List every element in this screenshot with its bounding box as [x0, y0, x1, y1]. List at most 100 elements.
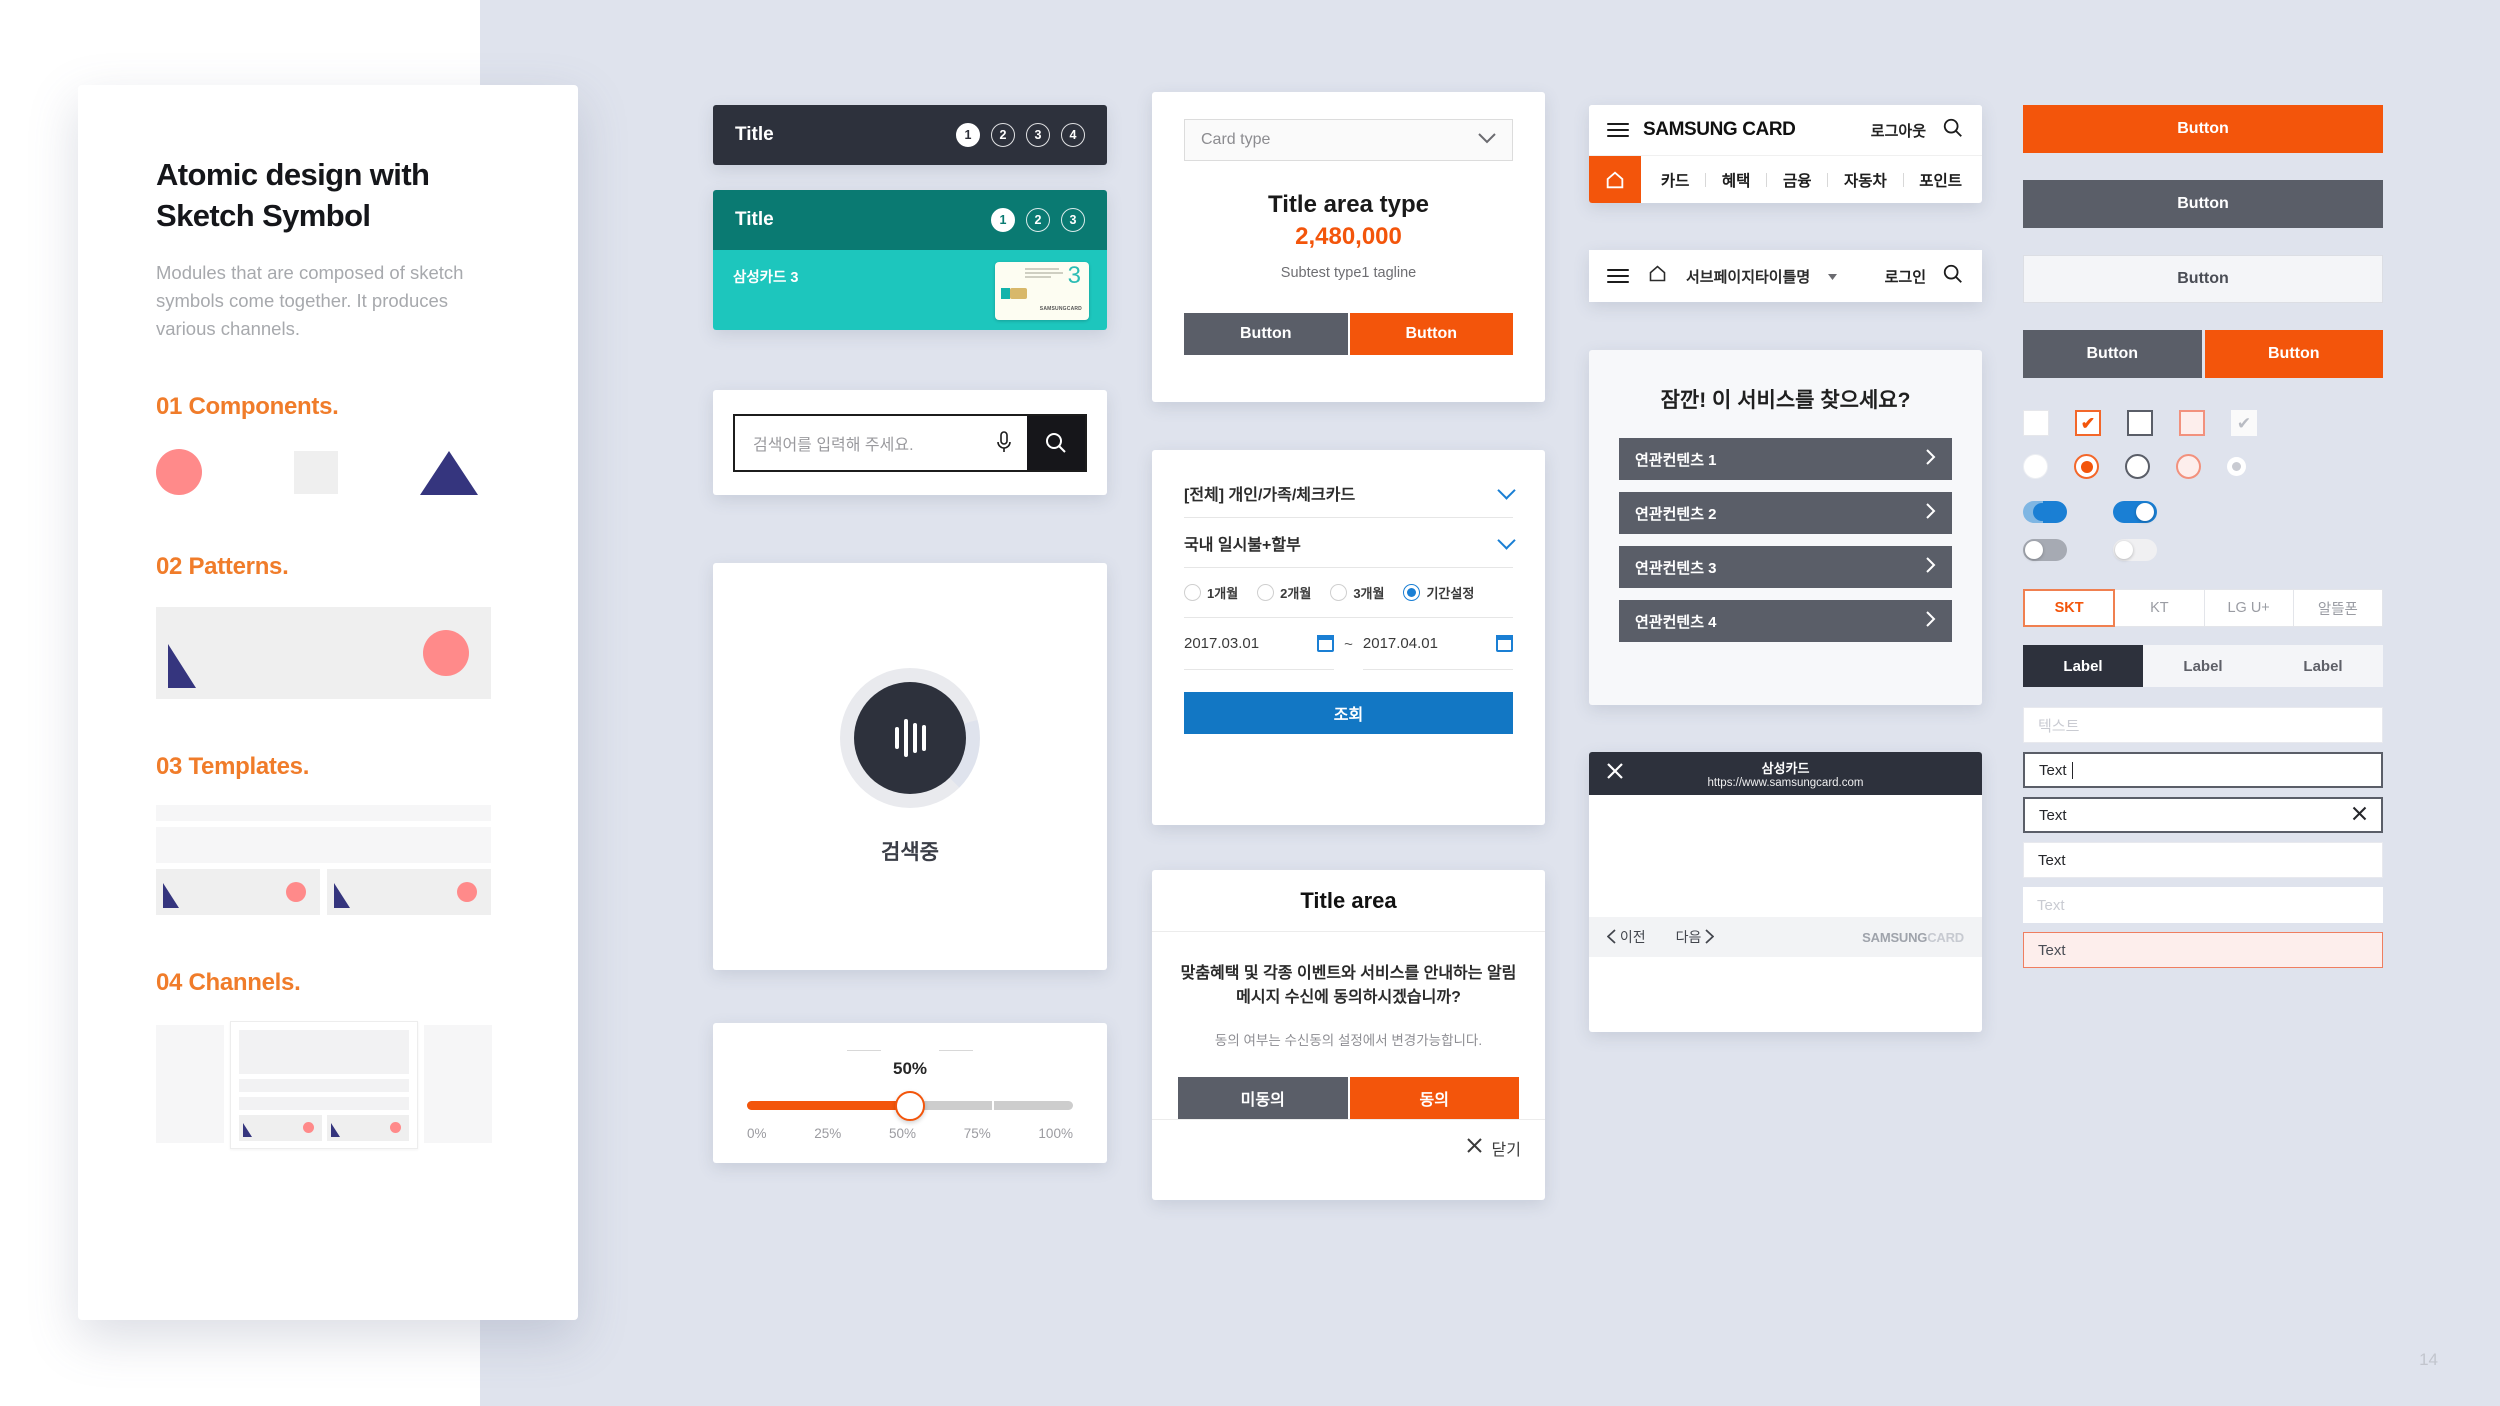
accept-button[interactable]: 동의 — [1349, 1076, 1519, 1119]
home-icon[interactable] — [1589, 156, 1641, 203]
close-icon[interactable] — [1466, 1137, 1483, 1159]
login-link[interactable]: 로그인 — [1885, 266, 1926, 287]
logout-link[interactable]: 로그아웃 — [1871, 120, 1926, 141]
card-subtitle: Subtest type1 tagline — [1280, 265, 1417, 281]
title-bar-label: Title — [735, 209, 774, 230]
nav-item-card[interactable]: 카드 — [1661, 169, 1690, 191]
subpage-title: 서브페이지타이틀명 — [1686, 268, 1811, 286]
text-field-filled[interactable]: Text — [2023, 842, 2383, 878]
step-indicator-2[interactable]: 2 — [991, 123, 1015, 147]
caret-down-icon[interactable] — [1828, 267, 1838, 285]
title-bar-label: Title — [735, 124, 774, 145]
secondary-button[interactable]: Button — [2023, 180, 2383, 228]
controls-column: Button Button Button Button Button ✔ ✔ S… — [2023, 105, 2383, 968]
ghost-button[interactable]: Button — [2023, 255, 2383, 303]
card-body-teal: 삼성카드 3 3 SAMSUNGCARD — [713, 250, 1107, 330]
card-amount: 2,480,000 — [1295, 223, 1402, 250]
primary-button[interactable]: Button — [1349, 313, 1513, 355]
page-number: 14 — [2419, 1350, 2438, 1369]
triangle-shape-icon — [334, 883, 350, 909]
step-indicator-1[interactable]: 1 — [956, 123, 980, 147]
pair-primary-button[interactable]: Button — [2204, 330, 2383, 378]
decline-button[interactable]: 미동의 — [1178, 1076, 1348, 1119]
date-to-field[interactable]: 2017.04.01 — [1362, 618, 1514, 670]
search-icon[interactable] — [1942, 117, 1964, 144]
toggle-switch-off-light[interactable] — [2113, 539, 2157, 561]
close-icon[interactable] — [2352, 806, 2367, 825]
radio-3month[interactable] — [1330, 584, 1348, 601]
text-field-error[interactable]: Text — [2023, 932, 2383, 968]
date-from-field[interactable]: 2017.03.01 — [1184, 618, 1335, 670]
nav-item-benefit[interactable]: 혜택 — [1722, 169, 1751, 191]
radio-2month[interactable] — [1257, 584, 1275, 601]
primary-button[interactable]: Button — [2023, 105, 2383, 153]
recommended-item-2[interactable]: 연관컨텐츠 2 — [1619, 492, 1952, 534]
channel-line-block — [239, 1097, 409, 1111]
toggle-switch-on[interactable] — [2113, 501, 2157, 523]
recommended-item-3[interactable]: 연관컨텐츠 3 — [1619, 546, 1952, 588]
nav-item-finance[interactable]: 금융 — [1783, 169, 1812, 191]
recommended-item-1[interactable]: 연관컨텐츠 1 — [1619, 438, 1952, 480]
secondary-button[interactable]: Button — [1184, 313, 1348, 355]
search-button[interactable] — [1027, 415, 1085, 470]
close-label[interactable]: 닫기 — [1492, 1136, 1521, 1160]
slider-tick-50: 50% — [888, 1126, 916, 1141]
card-category-select[interactable]: [전체] 개인/가족/체크카드 — [1184, 468, 1516, 518]
toggle-switch-transition[interactable] — [2023, 501, 2067, 523]
text-field-focused[interactable]: Text — [2023, 752, 2383, 788]
tab-lgu[interactable]: LG U+ — [2204, 589, 2294, 627]
slider-track[interactable] — [747, 1090, 1073, 1121]
toggle-switch-off[interactable] — [2023, 539, 2067, 561]
home-icon[interactable] — [1647, 263, 1668, 289]
tab-label-1[interactable]: Label — [2023, 645, 2143, 687]
recommended-item-4[interactable]: 연관컨텐츠 4 — [1619, 600, 1952, 642]
checkbox-checked-orange[interactable]: ✔ — [2075, 410, 2101, 436]
tab-label-3[interactable]: Label — [2263, 645, 2383, 687]
checkbox-empty[interactable] — [2023, 410, 2049, 436]
radio-empty-pink[interactable] — [2176, 454, 2201, 479]
chevron-down-icon — [1497, 530, 1516, 550]
checkbox-empty-dark[interactable] — [2127, 410, 2153, 436]
calendar-icon[interactable] — [1496, 635, 1514, 652]
chevron-down-icon — [1478, 131, 1496, 149]
title-bar-teal: Title 1 2 3 — [713, 190, 1107, 250]
tab-skt[interactable]: SKT — [2023, 589, 2116, 627]
radio-empty-dark[interactable] — [2125, 454, 2150, 479]
step-indicator-1[interactable]: 1 — [991, 208, 1015, 232]
radio-empty[interactable] — [2023, 454, 2048, 479]
step-indicator-3[interactable]: 3 — [1061, 208, 1085, 232]
checkbox-group: ✔ ✔ — [2023, 410, 2383, 436]
step-indicator-3[interactable]: 3 — [1026, 123, 1050, 147]
tab-kt[interactable]: KT — [2115, 589, 2205, 627]
browser-viewport[interactable] — [1589, 795, 1982, 917]
microphone-icon[interactable] — [981, 415, 1027, 470]
pair-secondary-button[interactable]: Button — [2023, 330, 2202, 378]
search-icon[interactable] — [1942, 263, 1964, 290]
search-input[interactable]: 검색어를 입력해 주세요. — [735, 415, 981, 470]
text-field-clearable[interactable]: Text — [2023, 797, 2383, 833]
browser-back-button[interactable]: 이전 — [1606, 927, 1646, 947]
tab-mvno[interactable]: 알뜰폰 — [2293, 589, 2383, 627]
step-indicator-2[interactable]: 2 — [1026, 208, 1050, 232]
nav-item-auto[interactable]: 자동차 — [1844, 169, 1887, 191]
nav-item-point[interactable]: 포인트 — [1919, 169, 1962, 191]
slider-tick-75: 75% — [963, 1126, 991, 1141]
step-indicator-4[interactable]: 4 — [1061, 123, 1085, 147]
slider-knob[interactable] — [895, 1090, 925, 1121]
hamburger-icon[interactable] — [1607, 119, 1629, 141]
search-box[interactable]: 검색어를 입력해 주세요. — [733, 413, 1087, 472]
tab-label-2[interactable]: Label — [2143, 645, 2263, 687]
radio-label-3month: 3개월 — [1353, 586, 1385, 601]
checkbox-empty-pink[interactable] — [2179, 410, 2205, 436]
calendar-icon[interactable] — [1317, 635, 1335, 652]
browser-forward-button[interactable]: 다음 — [1676, 927, 1715, 947]
step-indicator-group: 1 2 3 4 — [956, 123, 1085, 147]
hamburger-icon[interactable] — [1607, 265, 1629, 287]
payment-type-select[interactable]: 국내 일시불+할부 — [1184, 518, 1516, 568]
filter-submit-button[interactable]: 조회 — [1184, 692, 1513, 734]
radio-selected-orange[interactable] — [2074, 454, 2099, 479]
text-field-placeholder[interactable]: 텍스트 — [2023, 707, 2383, 743]
radio-1month[interactable] — [1184, 584, 1201, 601]
card-type-select[interactable]: Card type — [1184, 119, 1513, 161]
radio-custom-period[interactable] — [1403, 584, 1421, 601]
